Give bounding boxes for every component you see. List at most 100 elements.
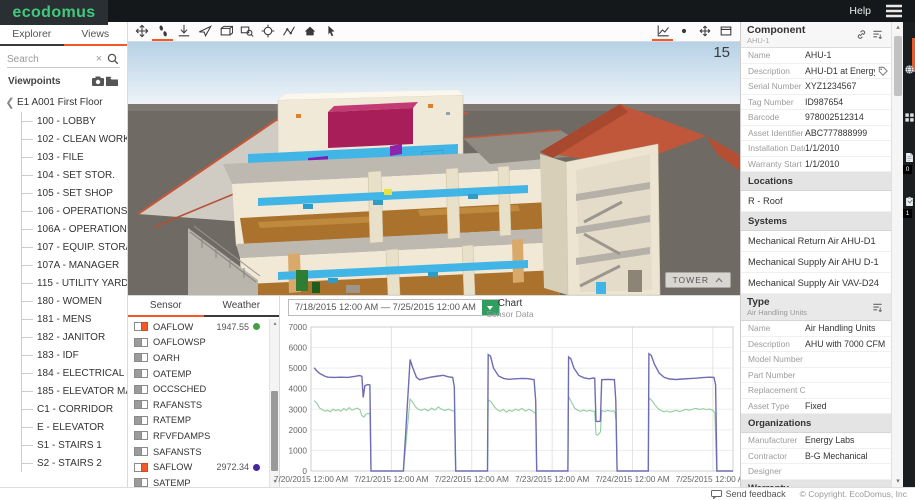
sensor-row[interactable]: OAFLOWSP: [128, 335, 269, 351]
home-tool-icon[interactable]: [299, 22, 320, 41]
panel-scroll-thumb[interactable]: [894, 36, 902, 96]
property-label: Description: [741, 339, 805, 349]
documents-icon[interactable]: [903, 150, 915, 164]
sensor-toggle[interactable]: [134, 338, 148, 347]
section-box-tool-icon[interactable]: [215, 22, 236, 41]
panel-scrollbar[interactable]: ▴ ▾: [891, 22, 903, 487]
tab-weather[interactable]: Weather: [204, 298, 280, 317]
sensor-toggle[interactable]: [134, 385, 148, 394]
sidebar-room-item[interactable]: S2 - STAIRS 2: [22, 454, 127, 472]
sidebar-room-item[interactable]: 106 - OPERATIONS: [22, 202, 127, 220]
viewer-toolbar-right: [652, 22, 740, 41]
sensor-row[interactable]: OATEMP: [128, 366, 269, 382]
tag-icon[interactable]: [875, 66, 891, 76]
sensor-toggle[interactable]: [134, 322, 148, 331]
related-item-link[interactable]: Mechanical Return Air AHU-D1: [741, 231, 891, 252]
sidebar-room-item[interactable]: 180 - WOMEN: [22, 292, 127, 310]
walk-tool-icon[interactable]: [152, 22, 173, 41]
sidebar-room-item[interactable]: 102 - CLEAN WORKSHOP: [22, 130, 127, 148]
property-row: Model Number: [741, 352, 891, 368]
back-chevron-icon[interactable]: ❮: [3, 96, 17, 109]
scroll-thumb[interactable]: [271, 391, 278, 471]
sensor-row[interactable]: OAFLOW1947.55: [128, 319, 269, 335]
tab-sensor[interactable]: Sensor: [128, 298, 204, 317]
sensor-toggle[interactable]: [134, 400, 148, 409]
select-tool-icon[interactable]: [320, 22, 341, 41]
zoom-window-tool-icon[interactable]: [236, 22, 257, 41]
sensor-toggle[interactable]: [134, 447, 148, 456]
sidebar-room-item[interactable]: 104 - SET STOR.: [22, 166, 127, 184]
scroll-up-icon[interactable]: ▴: [270, 319, 280, 329]
sensor-row[interactable]: OARH: [128, 350, 269, 366]
component-filter-icon[interactable]: [869, 28, 885, 42]
gravity-tool-icon[interactable]: [173, 22, 194, 41]
date-range-dropdown-button[interactable]: [482, 300, 499, 315]
sidebar-item-floor[interactable]: ❮ E1 A001 First Floor: [0, 92, 127, 112]
sensor-row[interactable]: OCCSCHED: [128, 381, 269, 397]
sidebar-room-item[interactable]: 183 - IDF: [22, 346, 127, 364]
tasks-icon[interactable]: [903, 194, 915, 208]
camera-icon[interactable]: [91, 74, 105, 88]
focus-tool-icon[interactable]: [673, 22, 694, 41]
link-icon[interactable]: [853, 28, 869, 42]
sidebar-room-item[interactable]: 106A - OPERATIONS MANAGER: [22, 220, 127, 238]
sidebar-room-item[interactable]: 115 - UTILITY YARD: [22, 274, 127, 292]
orbit-tool-icon[interactable]: [257, 22, 278, 41]
fly-tool-icon[interactable]: [194, 22, 215, 41]
sensor-row[interactable]: RAFANSTS: [128, 397, 269, 413]
chart-tool-icon[interactable]: [652, 22, 673, 41]
type-filter-icon[interactable]: [869, 300, 885, 314]
help-button[interactable]: Help: [849, 0, 871, 22]
sensor-toggle[interactable]: [134, 369, 148, 378]
hamburger-menu-icon[interactable]: [885, 4, 903, 18]
sidebar-room-item[interactable]: 182 - JANITOR: [22, 328, 127, 346]
sensor-toggle[interactable]: [134, 478, 148, 487]
sensor-tabs: Sensor Weather: [128, 298, 279, 317]
sidebar-room-item[interactable]: S1 - STAIRS 1: [22, 436, 127, 454]
path-tool-icon[interactable]: [278, 22, 299, 41]
search-icon[interactable]: [106, 52, 120, 66]
sensor-row[interactable]: SATEMP: [128, 475, 269, 487]
sensor-row[interactable]: RFVFDAMPS: [128, 428, 269, 444]
tab-explorer[interactable]: Explorer: [0, 25, 64, 46]
panel-tool-icon[interactable]: [715, 22, 736, 41]
sensor-scrollbar[interactable]: ▴ ▾: [269, 319, 279, 487]
sidebar-room-item[interactable]: 100 - LOBBY: [22, 112, 127, 130]
sidebar-room-item[interactable]: 105 - SET SHOP: [22, 184, 127, 202]
sidebar-room-item[interactable]: 103 - FILE: [22, 148, 127, 166]
model-view-icon[interactable]: [903, 62, 915, 76]
sidebar-room-item[interactable]: 107 - EQUIP. STORAGE: [22, 238, 127, 256]
send-feedback-button[interactable]: Send feedback: [711, 489, 786, 499]
property-row: Replacement C...: [741, 383, 891, 399]
sensor-toggle[interactable]: [134, 463, 148, 472]
sensor-toggle[interactable]: [134, 416, 148, 425]
sensor-toggle[interactable]: [134, 431, 148, 440]
sidebar-room-item[interactable]: 184 - ELECTRICAL: [22, 364, 127, 382]
logo[interactable]: ecodomus: [0, 0, 108, 25]
sensor-row[interactable]: SAFLOW2972.34: [128, 459, 269, 475]
sidebar-room-item[interactable]: 107A - MANAGER: [22, 256, 127, 274]
pan-tool-icon[interactable]: [131, 22, 152, 41]
related-item-link[interactable]: Mechanical Supply Air VAV-D24: [741, 273, 891, 294]
sensor-row[interactable]: SAFANSTS: [128, 444, 269, 460]
send-feedback-label: Send feedback: [726, 489, 786, 499]
sidebar-room-item[interactable]: E - ELEVATOR: [22, 418, 127, 436]
property-row: Description AHU with 7000 CFM: [741, 337, 891, 353]
fit-view-tool-icon[interactable]: [694, 22, 715, 41]
type-title: Type: [747, 297, 869, 308]
sensor-toggle[interactable]: [134, 353, 148, 362]
date-range-picker[interactable]: 7/18/2015 12:00 AM — 7/25/2015 12:00 AM: [288, 299, 500, 316]
apps-grid-icon[interactable]: [903, 110, 915, 124]
sidebar-room-item[interactable]: 185 - ELEVATOR MACHINE ROOM: [22, 382, 127, 400]
sensor-row[interactable]: RATEMP: [128, 413, 269, 429]
viewport-3d[interactable]: 15 TOWER: [128, 42, 740, 295]
sidebar-room-item[interactable]: C1 - CORRIDOR: [22, 400, 127, 418]
sidebar-room-item[interactable]: 181 - MENS: [22, 310, 127, 328]
add-folder-icon[interactable]: [105, 74, 119, 88]
related-item-link[interactable]: Mechanical Supply Air AHU D-1: [741, 252, 891, 273]
clear-search-icon[interactable]: ×: [92, 52, 106, 66]
related-item-link[interactable]: R - Roof: [741, 191, 891, 212]
search-input[interactable]: [7, 54, 92, 65]
tab-views[interactable]: Views: [64, 25, 128, 46]
tower-selector-button[interactable]: TOWER: [665, 272, 731, 288]
